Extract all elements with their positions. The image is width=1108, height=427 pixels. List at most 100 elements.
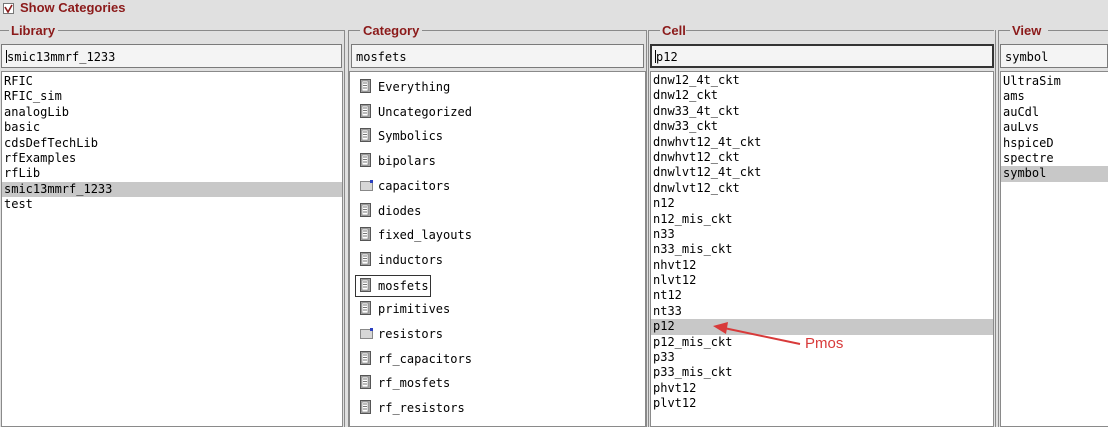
cell-title: Cell bbox=[662, 23, 686, 38]
category-item-label: rf_capacitors bbox=[378, 351, 472, 366]
cell-item[interactable]: plvt12 bbox=[651, 396, 993, 411]
category-item-label: Uncategorized bbox=[378, 104, 472, 119]
category-item-label: rf_resistors bbox=[378, 401, 465, 416]
folder-icon bbox=[360, 178, 373, 192]
view-item[interactable]: auLvs bbox=[1001, 120, 1108, 135]
library-item[interactable]: analogLib bbox=[2, 105, 342, 120]
cell-frame-left bbox=[648, 30, 649, 427]
category-item-label: bipolars bbox=[378, 154, 436, 169]
library-filter-value: smic13mmrf_1233 bbox=[7, 50, 116, 64]
book-icon bbox=[360, 202, 372, 217]
cell-item[interactable]: n33 bbox=[651, 227, 993, 242]
category-item-label: diodes bbox=[378, 203, 422, 218]
frame-line bbox=[348, 30, 360, 31]
library-frame-right bbox=[344, 30, 345, 427]
cell-item[interactable]: p12 bbox=[651, 319, 993, 335]
book-icon bbox=[360, 128, 372, 143]
frame-line bbox=[998, 30, 1010, 31]
library-item[interactable]: rfExamples bbox=[2, 151, 342, 166]
cell-item[interactable]: n12_mis_ckt bbox=[651, 212, 993, 227]
category-item-label: primitives bbox=[378, 302, 451, 317]
cell-item[interactable]: nhvt12 bbox=[651, 258, 993, 273]
book-icon bbox=[360, 301, 372, 316]
view-filter-input[interactable]: symbol bbox=[1000, 44, 1108, 68]
view-item[interactable]: UltraSim bbox=[1001, 74, 1108, 89]
show-categories-checkbox[interactable] bbox=[3, 3, 14, 14]
cell-list[interactable]: dnw12_4t_ckt dnw12_ckt dnw33_4t_ckt dnw33_c… bbox=[650, 71, 994, 427]
frame-line bbox=[1048, 30, 1108, 31]
category-item-label: rf_mosfets bbox=[378, 376, 451, 391]
cell-filter-value: p12 bbox=[656, 50, 678, 64]
category-frame-right bbox=[646, 30, 647, 427]
cell-item[interactable]: nt33 bbox=[651, 304, 993, 319]
library-item[interactable]: RFIC_sim bbox=[2, 89, 342, 104]
show-categories-row: Show Categories bbox=[0, 0, 1108, 18]
show-categories-label: Show Categories bbox=[20, 0, 126, 15]
book-icon bbox=[360, 153, 372, 168]
library-item[interactable]: RFIC bbox=[2, 74, 342, 89]
view-item[interactable]: hspiceD bbox=[1001, 136, 1108, 151]
cell-item[interactable]: n12 bbox=[651, 196, 993, 211]
cell-item[interactable]: dnwlvt12_ckt bbox=[651, 181, 993, 196]
library-item[interactable]: test bbox=[2, 197, 342, 212]
category-filter-value: mosfets bbox=[356, 50, 407, 64]
library-item[interactable]: smic13mmrf_1233 bbox=[2, 181, 342, 198]
view-list[interactable]: UltraSim ams auCdl auLvs hspiceD spectre symbo… bbox=[1000, 71, 1108, 427]
book-icon bbox=[360, 277, 372, 292]
cell-item[interactable]: nt12 bbox=[651, 288, 993, 303]
cell-item[interactable]: dnwlvt12_4t_ckt bbox=[651, 165, 993, 180]
category-item-label: capacitors bbox=[378, 178, 451, 193]
frame-line bbox=[648, 30, 660, 31]
view-item[interactable]: symbol bbox=[1001, 166, 1108, 182]
library-item[interactable]: rfLib bbox=[2, 166, 342, 181]
cell-item[interactable]: n33_mis_ckt bbox=[651, 242, 993, 257]
category-item-label: Symbolics bbox=[378, 129, 444, 144]
library-item[interactable]: cdsDefTechLib bbox=[2, 136, 342, 151]
frame-line bbox=[0, 30, 9, 31]
view-item[interactable]: spectre bbox=[1001, 151, 1108, 166]
pmos-annotation-label: Pmos bbox=[805, 335, 844, 352]
checkmark-icon bbox=[4, 4, 13, 13]
category-item-label: mosfets bbox=[378, 278, 429, 293]
category-item-label: fixed_layouts bbox=[378, 228, 472, 243]
book-icon bbox=[360, 79, 372, 93]
library-title: Library bbox=[11, 23, 56, 38]
cell-frame-right bbox=[995, 30, 996, 427]
book-icon bbox=[360, 103, 372, 118]
category-item[interactable]: mosfets bbox=[355, 274, 431, 297]
cell-item[interactable]: p33_mis_ckt bbox=[651, 365, 993, 380]
cell-item[interactable]: dnw12_4t_ckt bbox=[651, 73, 993, 88]
library-list[interactable]: RFIC RFIC_sim analogLib basic cdsDefTechLib r… bbox=[1, 71, 343, 427]
category-item-label: Everything bbox=[378, 80, 451, 94]
category-title: Category bbox=[363, 23, 420, 38]
category-item-label: inductors bbox=[378, 252, 444, 267]
book-icon bbox=[360, 251, 372, 266]
cell-item[interactable]: p33 bbox=[651, 350, 993, 365]
cell-item[interactable]: dnw33_4t_ckt bbox=[651, 104, 993, 119]
view-filter-value: symbol bbox=[1005, 50, 1049, 64]
category-item-label: resistors bbox=[378, 327, 444, 341]
cell-filter-input[interactable]: p12 bbox=[650, 44, 994, 68]
cell-item[interactable]: dnw12_ckt bbox=[651, 88, 993, 103]
library-filter-input[interactable]: smic13mmrf_1233 bbox=[1, 44, 342, 68]
view-item[interactable]: ams bbox=[1001, 89, 1108, 104]
book-icon bbox=[360, 350, 372, 365]
book-icon bbox=[360, 375, 372, 390]
cell-item[interactable]: dnwhvt12_ckt bbox=[651, 150, 993, 165]
book-icon bbox=[360, 400, 372, 415]
frame-line bbox=[58, 30, 344, 31]
category-list[interactable]: Everything Uncategorized Symbolics bipolars… bbox=[349, 71, 646, 427]
frame-line bbox=[686, 30, 994, 31]
book-icon bbox=[360, 227, 372, 242]
cell-item[interactable]: nlvt12 bbox=[651, 273, 993, 288]
folder-icon bbox=[360, 326, 373, 340]
library-item[interactable]: basic bbox=[2, 120, 342, 135]
cell-item[interactable]: phvt12 bbox=[651, 381, 993, 396]
view-item[interactable]: auCdl bbox=[1001, 105, 1108, 120]
frame-line bbox=[422, 30, 646, 31]
cell-item[interactable]: dnwhvt12_4t_ckt bbox=[651, 135, 993, 150]
view-title: View bbox=[1012, 23, 1042, 38]
view-frame-left bbox=[998, 30, 999, 427]
cell-item[interactable]: dnw33_ckt bbox=[651, 119, 993, 134]
category-filter-input[interactable]: mosfets bbox=[351, 44, 644, 68]
